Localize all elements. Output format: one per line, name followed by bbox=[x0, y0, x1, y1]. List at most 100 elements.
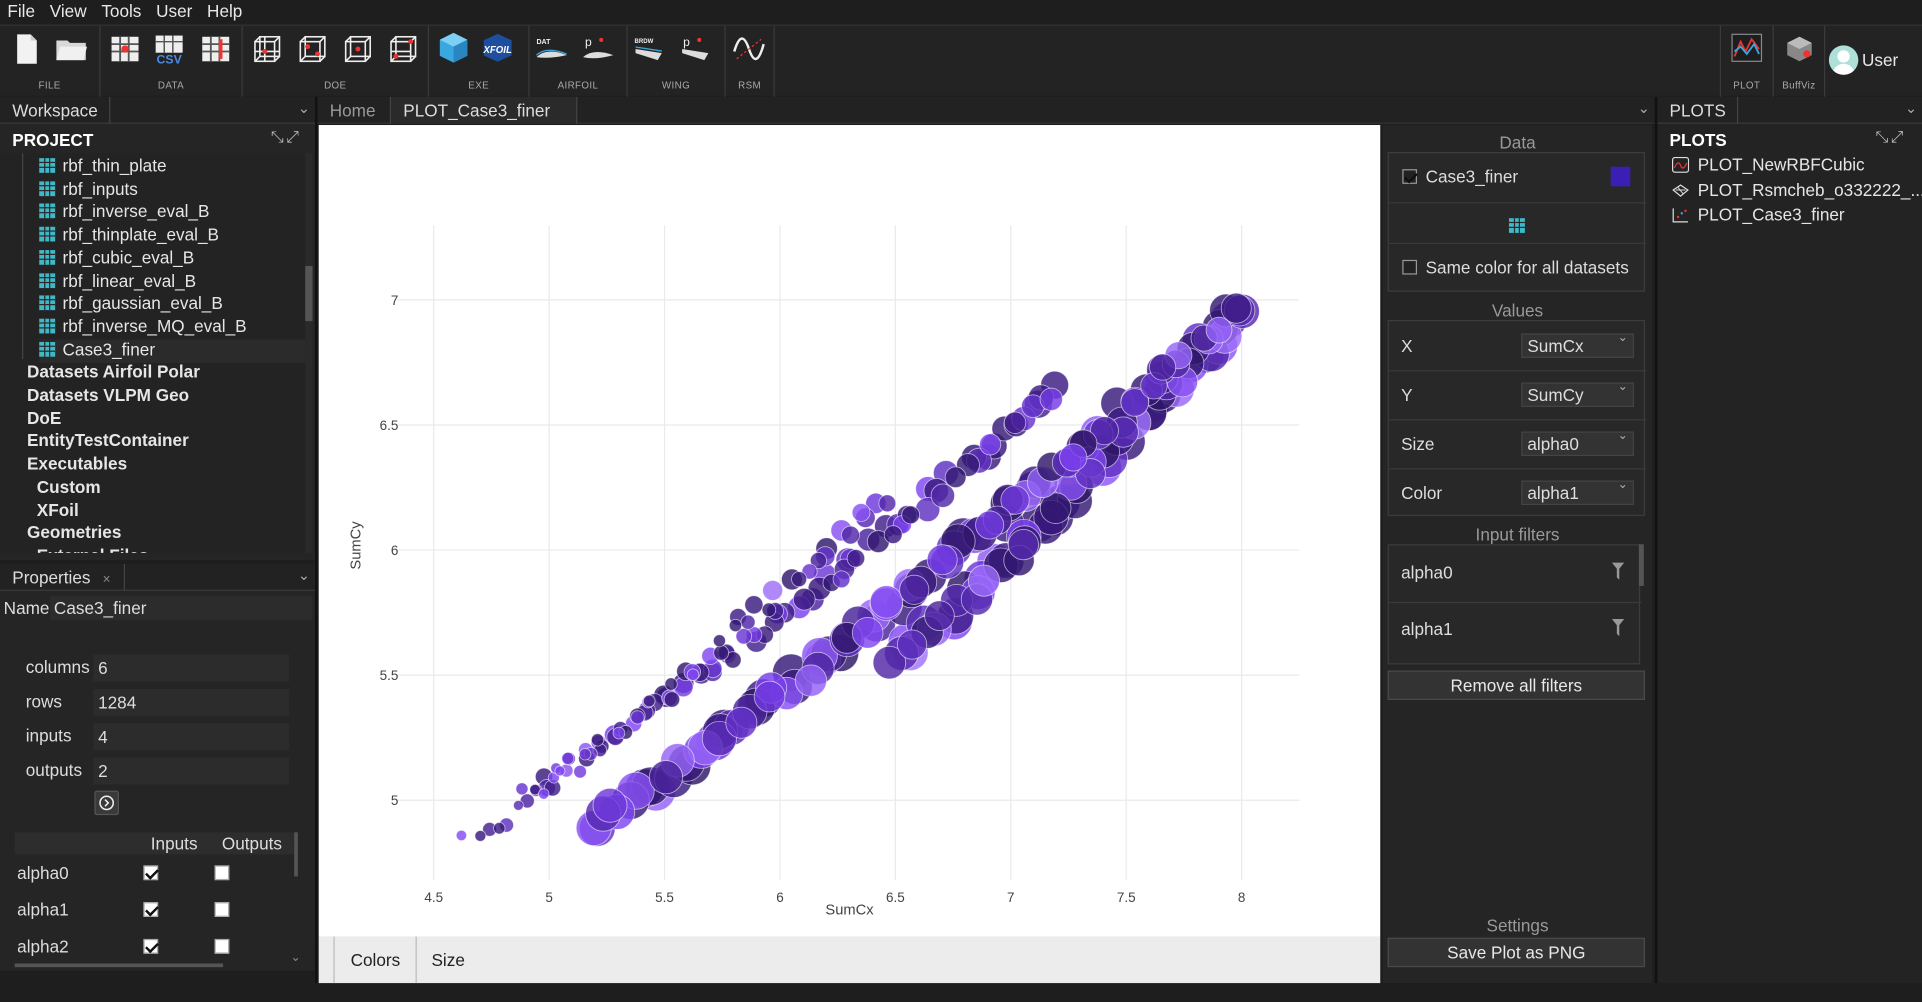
plot-list-item[interactable]: PLOT_Rsmcheb_o332222_... bbox=[1672, 180, 1922, 203]
close-icon[interactable]: × bbox=[103, 572, 111, 587]
tab-home[interactable]: Home bbox=[317, 96, 392, 124]
scatter-point[interactable] bbox=[712, 634, 726, 648]
remove-all-filters-button[interactable]: Remove all filters bbox=[1387, 670, 1646, 700]
scatter-point[interactable] bbox=[832, 570, 851, 589]
scatter-point[interactable] bbox=[725, 706, 758, 739]
input-checkbox[interactable] bbox=[143, 902, 159, 917]
import-csv-icon[interactable]: CSV bbox=[152, 32, 186, 67]
menu-file[interactable]: File bbox=[0, 0, 42, 25]
scatter-point[interactable] bbox=[573, 764, 587, 779]
menu-tools[interactable]: Tools bbox=[94, 0, 149, 25]
scatter-point[interactable] bbox=[1007, 529, 1039, 561]
center-dropdown-icon[interactable]: ⌄ bbox=[1638, 99, 1650, 116]
scatter-point[interactable] bbox=[648, 760, 684, 795]
dataset-table-icon[interactable] bbox=[1508, 216, 1532, 238]
scatter-point[interactable] bbox=[791, 571, 808, 588]
tree-item[interactable]: rbf_thin_plate bbox=[39, 156, 167, 179]
scatter-point[interactable] bbox=[713, 644, 730, 661]
tree-item[interactable]: rbf_thinplate_eval_B bbox=[39, 224, 219, 247]
scatter-point[interactable] bbox=[967, 564, 1000, 597]
name-field[interactable]: Case3_finer bbox=[50, 595, 313, 621]
tree-item[interactable]: Custom bbox=[37, 477, 101, 500]
scatter-point[interactable] bbox=[515, 782, 529, 796]
scatter-point[interactable] bbox=[924, 600, 955, 631]
collapse-expand-icon[interactable]: ⤡⤢ bbox=[271, 127, 301, 147]
tree-item[interactable]: rbf_gaussian_eval_B bbox=[39, 293, 223, 316]
scatter-point[interactable] bbox=[728, 618, 743, 633]
prop-value-field[interactable]: 4 bbox=[93, 723, 290, 751]
wing-pressure-icon[interactable]: p bbox=[679, 32, 721, 66]
airfoil-dat-icon[interactable]: DAT bbox=[534, 32, 576, 66]
open-folder-icon[interactable] bbox=[54, 32, 88, 66]
scroll-down-icon[interactable]: ⌄ bbox=[291, 951, 301, 964]
menu-user[interactable]: User bbox=[149, 0, 200, 25]
scatter-point[interactable] bbox=[590, 733, 605, 747]
scatter-point[interactable] bbox=[561, 751, 575, 765]
output-checkbox[interactable] bbox=[214, 865, 230, 881]
prop-value-field[interactable]: 1284 bbox=[93, 688, 290, 716]
tree-item[interactable]: Executables bbox=[27, 454, 127, 477]
tree-item[interactable]: Case3_finer bbox=[39, 339, 306, 363]
doe-random-icon[interactable] bbox=[341, 32, 375, 66]
scatter-point[interactable] bbox=[883, 525, 903, 544]
filter-funnel-icon[interactable] bbox=[1609, 617, 1626, 639]
scatter-point[interactable] bbox=[612, 726, 626, 740]
scatter-point[interactable] bbox=[896, 629, 928, 660]
tab-properties[interactable]: Properties × bbox=[0, 563, 126, 591]
user-label[interactable]: User bbox=[1862, 50, 1898, 70]
scatter-point[interactable] bbox=[642, 694, 656, 708]
io-hscrollbar[interactable] bbox=[14, 963, 224, 968]
scatter-point[interactable] bbox=[930, 483, 956, 508]
tab-plots[interactable]: PLOTS bbox=[1657, 96, 1739, 124]
io-scrollbar[interactable] bbox=[294, 832, 298, 877]
tab-workspace[interactable]: Workspace bbox=[0, 96, 111, 124]
scatter-point[interactable] bbox=[538, 788, 550, 800]
airfoil-pressure-icon[interactable]: p bbox=[581, 32, 623, 66]
tree-item[interactable]: Geometries bbox=[27, 522, 121, 545]
data-edit-icon[interactable] bbox=[199, 32, 233, 66]
scatter-point[interactable] bbox=[455, 829, 468, 842]
tree-scrollbar[interactable] bbox=[305, 153, 313, 553]
menu-help[interactable]: Help bbox=[200, 0, 250, 25]
rsm-wave-icon[interactable] bbox=[732, 32, 766, 66]
scatter-point[interactable] bbox=[592, 787, 628, 823]
scatter-point[interactable] bbox=[663, 691, 681, 708]
scatter-point[interactable] bbox=[474, 830, 487, 842]
mapping-dropdown[interactable]: alpha0 bbox=[1521, 429, 1634, 456]
scatter-point[interactable] bbox=[493, 822, 506, 835]
tab-size[interactable]: Size bbox=[417, 937, 488, 984]
plots-dropdown-icon[interactable]: ⌄ bbox=[1905, 99, 1917, 116]
tab-colors[interactable]: Colors bbox=[333, 936, 417, 984]
workspace-dropdown-icon[interactable]: ⌄ bbox=[298, 99, 310, 116]
scatter-point[interactable] bbox=[794, 664, 828, 697]
plot-list-item[interactable]: PLOT_NewRBFCubic bbox=[1671, 154, 1865, 177]
scatter-point[interactable] bbox=[792, 587, 816, 611]
prop-value-field[interactable]: 2 bbox=[93, 757, 290, 785]
tree-item[interactable]: rbf_linear_eval_B bbox=[39, 270, 196, 293]
tree-item[interactable]: Datasets VLPM Geo bbox=[27, 385, 189, 408]
scatter-point[interactable] bbox=[744, 595, 764, 615]
xfoil-icon[interactable]: XFOIL bbox=[481, 31, 520, 68]
scatter-point[interactable] bbox=[686, 668, 700, 681]
mapping-dropdown[interactable]: SumCx bbox=[1521, 331, 1634, 358]
tab-plot-case3[interactable]: PLOT_Case3_finer × bbox=[391, 96, 578, 140]
scatter-point[interactable] bbox=[899, 574, 930, 605]
mapping-dropdown[interactable]: alpha1 bbox=[1521, 478, 1634, 506]
doe-grid-icon[interactable] bbox=[250, 32, 284, 66]
scatter-point[interactable] bbox=[944, 466, 967, 489]
scatter-point[interactable] bbox=[554, 765, 566, 777]
output-checkbox[interactable] bbox=[214, 938, 230, 954]
scatter-point[interactable] bbox=[926, 544, 958, 576]
scatter-point[interactable] bbox=[1039, 387, 1063, 411]
wing-brdw-icon[interactable]: BRDW bbox=[633, 32, 675, 66]
scatter-point[interactable] bbox=[851, 503, 871, 522]
plot-list-item[interactable]: PLOT_Case3_finer bbox=[1672, 205, 1845, 228]
tree-item[interactable]: rbf_cubic_eval_B bbox=[39, 247, 194, 270]
tree-item[interactable]: XFoil bbox=[37, 500, 79, 523]
scatter-point[interactable] bbox=[979, 433, 1002, 456]
tree-item[interactable]: DoE bbox=[27, 408, 61, 431]
scatter-point[interactable] bbox=[664, 677, 678, 691]
properties-dropdown-icon[interactable]: ⌄ bbox=[298, 566, 310, 583]
apply-button[interactable] bbox=[94, 790, 119, 816]
buffviz-icon[interactable] bbox=[1782, 32, 1816, 66]
